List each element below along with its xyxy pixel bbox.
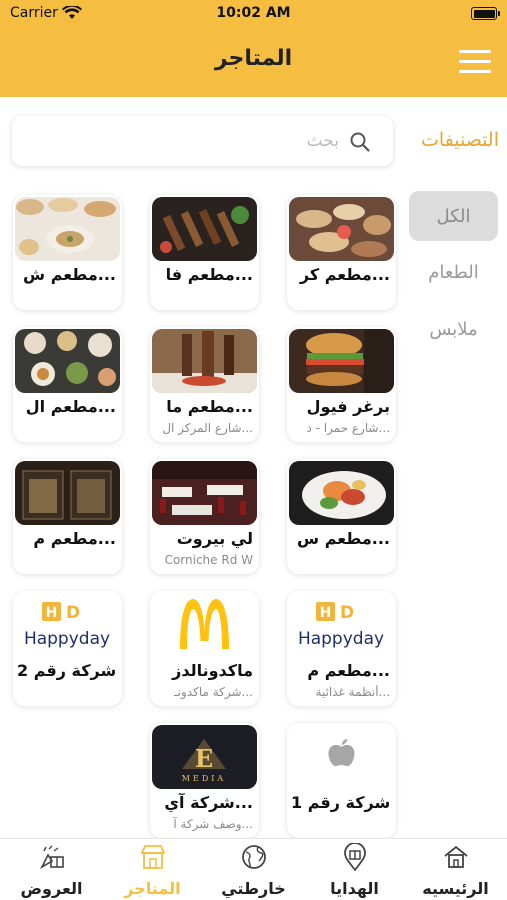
- store-address: أنظمة غذائية...: [315, 685, 390, 699]
- battery-icon: [471, 7, 500, 20]
- store-card[interactable]: مطعم كر...: [287, 195, 396, 310]
- store-icon: [140, 845, 166, 869]
- tab-bar: الرئيسيه الهدايا خارطتي المتاجر العروض: [0, 838, 507, 900]
- store-card[interactable]: ماكدونالدز شركة ماكدونـ...: [150, 591, 259, 706]
- happyday-logo: H D Happyday: [289, 593, 394, 657]
- gift-pin-icon: [344, 843, 366, 871]
- store-image: [289, 197, 394, 261]
- menu-button[interactable]: [459, 50, 491, 74]
- logo-text: Happyday: [298, 629, 384, 649]
- status-bar: Carrier 10:02 AM: [0, 0, 507, 28]
- store-card[interactable]: لي بيروت Corniche Rd W: [150, 459, 259, 574]
- store-name: لي بيروت: [176, 529, 253, 548]
- search-box[interactable]: [12, 116, 393, 166]
- tab-label: خارطتي: [221, 879, 286, 898]
- store-name: مطعم ما...: [166, 397, 253, 416]
- store-image: [289, 329, 394, 393]
- tab-my-map[interactable]: خارطتي: [203, 839, 304, 900]
- store-image: [152, 329, 257, 393]
- svg-text:D: D: [66, 603, 80, 623]
- store-image: [15, 197, 120, 261]
- store-card[interactable]: شركة رقم 1: [287, 723, 396, 838]
- store-image: [152, 197, 257, 261]
- svg-text:H: H: [46, 605, 58, 621]
- search-input[interactable]: [139, 128, 339, 154]
- happyday-logo: H D Happyday: [15, 593, 120, 657]
- logo-text: MEDIA: [182, 774, 226, 783]
- store-card[interactable]: مطعم ش...: [13, 195, 122, 310]
- apple-logo: [289, 725, 394, 789]
- store-name: شركة رقم 1: [291, 793, 390, 812]
- store-name: شركة آي...: [164, 793, 253, 812]
- svg-text:D: D: [340, 603, 354, 623]
- hamburger-line: [459, 60, 491, 63]
- category-food[interactable]: الطعام: [409, 247, 498, 297]
- store-image: [15, 461, 120, 525]
- tab-label: الهدايا: [330, 879, 379, 898]
- search-icon[interactable]: [349, 131, 371, 153]
- store-card[interactable]: مطعم س...: [287, 459, 396, 574]
- store-name: مطعم ال...: [25, 397, 116, 416]
- status-time: 10:02 AM: [216, 5, 291, 21]
- store-name: ماكدونالدز: [172, 661, 253, 680]
- svg-text:H: H: [320, 605, 332, 621]
- store-card[interactable]: مطعم فا...: [150, 195, 259, 310]
- hamburger-line: [459, 70, 491, 73]
- tab-label: المتاجر: [124, 879, 181, 898]
- store-address: Corniche Rd W: [164, 553, 253, 567]
- offers-icon: [40, 845, 64, 870]
- mcdonalds-logo: [152, 593, 257, 657]
- app-screen: Carrier 10:02 AM المتاجر التصنيفات الكل …: [0, 0, 507, 900]
- tab-label: الرئيسيه: [422, 879, 489, 898]
- store-card[interactable]: مطعم ال...: [13, 327, 122, 442]
- category-clothes[interactable]: ملابس: [409, 304, 498, 354]
- logo-text: Happyday: [24, 629, 110, 649]
- hamburger-line: [459, 50, 491, 53]
- store-address: شارع المركز ال...: [162, 421, 253, 435]
- category-all[interactable]: الكل: [409, 191, 498, 241]
- globe-icon: [242, 845, 266, 869]
- store-card[interactable]: H D Happyday مطعم م... أنظمة غذائية...: [287, 591, 396, 706]
- store-address: شركة ماكدونـ...: [174, 685, 253, 699]
- store-name: برغر فيول: [306, 397, 390, 416]
- media-logo: E MEDIA: [152, 725, 257, 789]
- store-name: مطعم ش...: [23, 265, 116, 284]
- store-card[interactable]: مطعم م...: [13, 459, 122, 574]
- store-image: [15, 329, 120, 393]
- store-card[interactable]: H D Happyday شركة رقم 2: [13, 591, 122, 706]
- home-icon: [444, 845, 468, 868]
- store-address: شارع حمرا - د...: [306, 421, 390, 435]
- store-image: [289, 461, 394, 525]
- page-title: المتاجر: [214, 46, 293, 71]
- tab-home[interactable]: الرئيسيه: [405, 839, 506, 900]
- store-address: وصف شركة آ...: [173, 817, 253, 831]
- store-name: مطعم م...: [307, 661, 390, 680]
- store-name: شركة رقم 2: [17, 661, 116, 680]
- svg-text:E: E: [195, 744, 213, 773]
- store-card[interactable]: مطعم ما... شارع المركز ال...: [150, 327, 259, 442]
- categories-title: التصنيفات: [420, 129, 499, 151]
- store-name: مطعم فا...: [165, 265, 253, 284]
- header-bar: Carrier 10:02 AM المتاجر: [0, 0, 507, 97]
- tab-stores[interactable]: المتاجر: [102, 839, 203, 900]
- tab-gifts[interactable]: الهدايا: [304, 839, 405, 900]
- store-name: مطعم س...: [297, 529, 390, 548]
- tab-offers[interactable]: العروض: [1, 839, 102, 900]
- store-image: [152, 461, 257, 525]
- store-card[interactable]: برغر فيول شارع حمرا - د...: [287, 327, 396, 442]
- store-card[interactable]: E MEDIA شركة آي... وصف شركة آ...: [150, 723, 259, 838]
- store-name: مطعم كر...: [299, 265, 390, 284]
- store-name: مطعم م...: [33, 529, 116, 548]
- tab-label: العروض: [20, 879, 83, 898]
